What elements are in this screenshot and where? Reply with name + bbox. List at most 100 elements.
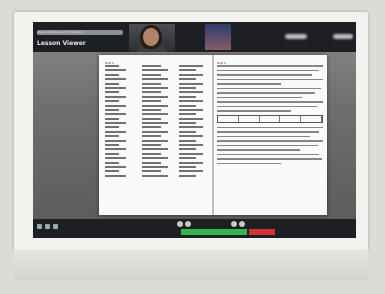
blurred-text-line	[217, 87, 321, 89]
blurred-word	[179, 126, 203, 129]
blurred-word	[105, 139, 126, 142]
blurred-word	[105, 126, 119, 129]
bottom-toolbar	[33, 219, 356, 238]
blurred-word	[105, 152, 119, 155]
blurred-text-line	[217, 149, 300, 151]
blurred-word	[105, 100, 119, 103]
blurred-text-line	[217, 131, 319, 133]
blurred-word	[179, 130, 196, 133]
first-page-icon[interactable]	[185, 221, 191, 227]
blurred-word	[142, 157, 168, 160]
blurred-word	[105, 108, 119, 111]
blurred-text-line	[217, 135, 311, 137]
blurred-word	[179, 69, 196, 72]
blurred-text-line	[217, 92, 315, 94]
blurred-text-line	[217, 96, 302, 98]
blurred-word	[179, 174, 196, 177]
blurred-word	[179, 78, 196, 81]
blurred-word	[105, 95, 126, 98]
blurred-text-line	[217, 110, 292, 112]
blurred-word	[105, 113, 126, 116]
blurred-text-line	[217, 153, 319, 155]
blurred-word	[179, 86, 196, 89]
blurred-word	[179, 73, 203, 76]
blurred-word	[105, 144, 119, 147]
blurred-text-line	[217, 158, 322, 160]
blurred-word	[105, 65, 119, 67]
book-spine	[212, 55, 214, 215]
last-page-icon[interactable]	[239, 221, 245, 227]
next-page-icon[interactable]	[231, 221, 237, 227]
mic-on-button[interactable]	[181, 229, 247, 235]
blurred-word	[105, 73, 119, 76]
blurred-word	[179, 65, 203, 67]
blurred-word	[179, 95, 196, 98]
participant-thumbnail[interactable]	[205, 24, 231, 50]
blurred-word	[105, 161, 119, 164]
leave-button[interactable]	[249, 229, 275, 235]
blurred-text-line	[217, 69, 319, 71]
blurred-word	[142, 113, 168, 116]
top-bar: player.onlineclass.com/reading Lesson Vi…	[33, 22, 356, 52]
blurred-word	[142, 135, 161, 138]
book-viewer[interactable]: Unit 1 Unit 1	[99, 55, 327, 215]
brand-logo: Lesson Viewer	[37, 40, 86, 47]
blurred-word	[142, 82, 161, 85]
blurred-word	[142, 91, 161, 94]
blurred-word	[105, 130, 126, 133]
eraser-icon[interactable]	[45, 224, 50, 229]
blurred-word	[142, 165, 168, 168]
url-bar[interactable]: player.onlineclass.com/reading	[37, 30, 123, 35]
blurred-text-line	[217, 105, 317, 107]
blurred-word	[179, 161, 203, 164]
blurred-word	[179, 82, 203, 85]
blurred-word	[105, 170, 119, 173]
blurred-word	[179, 170, 203, 173]
blurred-word	[105, 86, 126, 89]
blurred-word	[142, 86, 168, 89]
blurred-word	[105, 174, 126, 177]
blurred-word	[105, 91, 119, 94]
blurred-word	[142, 117, 161, 120]
left-page: Unit 1	[105, 61, 209, 211]
blurred-word	[142, 95, 168, 98]
blurred-word	[105, 157, 126, 160]
blurred-name-2	[333, 34, 353, 39]
blurred-word	[179, 139, 196, 142]
blurred-word	[179, 135, 203, 138]
blurred-word	[142, 161, 161, 164]
pointer-icon[interactable]	[53, 224, 58, 229]
blurred-word	[142, 104, 168, 107]
pen-icon[interactable]	[37, 224, 42, 229]
blurred-text-line	[217, 83, 281, 85]
blurred-word	[142, 69, 168, 72]
blurred-text-line	[217, 126, 323, 128]
blurred-word	[179, 100, 203, 103]
blurred-word	[142, 130, 168, 133]
blurred-word	[142, 152, 161, 155]
blurred-word	[142, 108, 161, 111]
blurred-word	[179, 157, 196, 160]
word-column-3	[179, 65, 209, 177]
blurred-word	[179, 148, 196, 151]
blurred-word	[179, 117, 203, 120]
blurred-word	[142, 139, 168, 142]
blurred-word	[105, 148, 126, 151]
blurred-word	[142, 78, 168, 81]
prev-page-icon[interactable]	[177, 221, 183, 227]
blurred-word	[142, 148, 168, 151]
blurred-text-line	[217, 78, 323, 80]
person-face	[143, 28, 159, 46]
blurred-word	[105, 117, 119, 120]
blurred-text-line	[217, 101, 323, 103]
blurred-word	[179, 152, 203, 155]
blurred-word	[142, 144, 161, 147]
blurred-word	[142, 73, 161, 76]
exercise-table	[217, 114, 323, 123]
blurred-word	[179, 91, 203, 94]
blurred-text-line	[217, 65, 323, 67]
webcam-video	[129, 24, 175, 52]
blurred-text-line	[217, 140, 323, 142]
blurred-word	[179, 108, 203, 111]
blurred-word	[105, 69, 126, 72]
